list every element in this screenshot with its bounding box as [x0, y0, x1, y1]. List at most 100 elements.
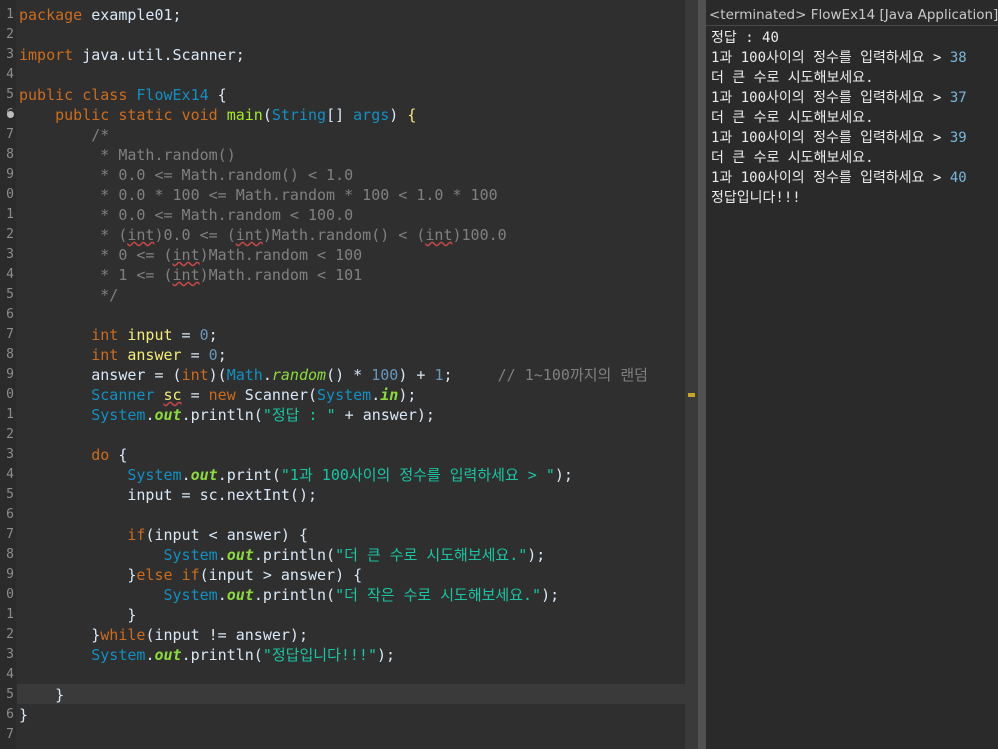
- code-token: random: [271, 366, 327, 384]
- code-area[interactable]: package example01; import java.util.Scann…: [19, 0, 685, 749]
- line-number: 9: [0, 565, 16, 585]
- code-token: * Math.random(): [19, 146, 236, 164]
- code-token: answer = (: [19, 366, 182, 384]
- vertical-scrollbar[interactable]: [685, 0, 698, 749]
- code-token: new: [208, 386, 236, 404]
- line-number: 2: [0, 25, 16, 45]
- code-token: main: [226, 106, 263, 124]
- code-token: System: [163, 586, 218, 604]
- code-token: out: [154, 646, 182, 664]
- code-token: .println(: [253, 586, 336, 604]
- breakpoint-icon[interactable]: [7, 111, 14, 118]
- code-token: System: [91, 646, 146, 664]
- code-line: */: [19, 285, 118, 305]
- code-line: System.out.println("정답 : " + answer);: [19, 405, 435, 425]
- code-token: }: [19, 686, 65, 704]
- line-number-text: 3: [6, 447, 14, 462]
- line-number: 0: [0, 185, 16, 205]
- code-token: out: [226, 546, 254, 564]
- line-number: 2: [0, 625, 16, 645]
- code-token: );: [554, 466, 573, 484]
- console-user-input: 37: [949, 90, 967, 106]
- code-line: public class FlowEx14 {: [19, 85, 227, 105]
- line-number-text: 5: [6, 687, 14, 702]
- code-token: + answer);: [335, 406, 435, 424]
- code-token: {: [208, 86, 227, 104]
- code-token: .: [181, 466, 191, 484]
- code-token: }: [19, 606, 137, 624]
- line-number-text: 4: [6, 67, 14, 82]
- console-output-text: 1과 100사이의 정수를 입력하세요 >: [711, 50, 950, 66]
- code-token: sc: [163, 386, 182, 404]
- line-number: 6: [0, 305, 16, 325]
- line-number-text: 0: [6, 587, 14, 602]
- console-line: 1과 100사이의 정수를 입력하세요 > 40: [711, 168, 967, 188]
- code-token: 0: [208, 346, 218, 364]
- pane-divider[interactable]: [698, 0, 706, 749]
- code-token: .: [217, 546, 227, 564]
- console-line: 더 큰 수로 시도해보세요.: [711, 148, 874, 168]
- code-token: {: [109, 446, 128, 464]
- line-number-text: 3: [6, 247, 14, 262]
- code-line: }: [19, 685, 64, 705]
- console-line: 정답입니다!!!: [711, 188, 801, 208]
- code-token: answer: [127, 346, 182, 364]
- code-line: input = sc.nextInt();: [19, 485, 317, 505]
- code-token: .: [371, 386, 381, 404]
- code-token: int: [91, 346, 119, 364]
- code-token: =: [172, 326, 200, 344]
- code-line: answer = (int)(Math.random() * 100) + 1;…: [19, 365, 648, 385]
- code-token: ;: [217, 346, 227, 364]
- code-token: )Math.random < 101: [199, 266, 363, 284]
- code-token: )0.0 <= (: [154, 226, 236, 244]
- line-number: 9: [0, 165, 16, 185]
- code-token: * 0 <= (: [19, 246, 173, 264]
- code-line: * 0.0 <= Math.random() < 1.0: [19, 165, 353, 185]
- console-output-text: 더 큰 수로 시도해보세요.: [711, 150, 874, 166]
- code-token: =: [181, 346, 209, 364]
- code-token: () *: [326, 366, 372, 384]
- code-token: (: [262, 106, 272, 124]
- line-number: 8: [0, 145, 16, 165]
- code-token: int: [425, 226, 453, 244]
- code-token: );: [541, 586, 560, 604]
- code-line: import java.util.Scanner;: [19, 45, 245, 65]
- line-number-text: 7: [6, 327, 14, 342]
- code-editor[interactable]: 1234567890123456789012345678901234567 pa…: [0, 0, 698, 749]
- code-token: * 0.0 <= Math.random < 100.0: [19, 206, 354, 224]
- code-token: * 0.0 <= Math.random() < 1.0: [19, 166, 354, 184]
- line-number-text: 6: [6, 507, 14, 522]
- code-token: )Math.random < 100: [199, 246, 363, 264]
- line-number-text: 6: [6, 707, 14, 722]
- code-token: }: [19, 706, 29, 724]
- code-token: static: [118, 106, 173, 124]
- line-number-text: 1: [6, 7, 14, 22]
- line-number: 3: [0, 645, 16, 665]
- line-number: 1: [0, 5, 16, 25]
- code-token: FlowEx14: [136, 86, 209, 104]
- console-view[interactable]: <terminated> FlowEx14 [Java Application]…: [706, 0, 998, 749]
- code-line: public static void main(String[] args) {: [19, 105, 416, 125]
- line-number-text: 0: [6, 187, 14, 202]
- code-token: ;: [208, 326, 218, 344]
- code-line: }else if(input > answer) {: [19, 565, 362, 585]
- code-token: public: [19, 86, 74, 104]
- line-number: 6: [0, 705, 16, 725]
- console-user-input: 38: [949, 50, 967, 66]
- code-token: .println(: [181, 646, 263, 664]
- warning-marker-icon[interactable]: [688, 393, 695, 397]
- line-number: 8: [0, 545, 16, 565]
- line-number: 5: [0, 285, 16, 305]
- line-number-text: 8: [6, 147, 14, 162]
- console-output-text: 정답 : 40: [711, 30, 779, 46]
- line-number: 8: [0, 345, 16, 365]
- code-line: /*: [19, 125, 109, 145]
- code-token: 0: [199, 326, 209, 344]
- code-token: out: [190, 466, 218, 484]
- line-number-text: 7: [6, 127, 14, 142]
